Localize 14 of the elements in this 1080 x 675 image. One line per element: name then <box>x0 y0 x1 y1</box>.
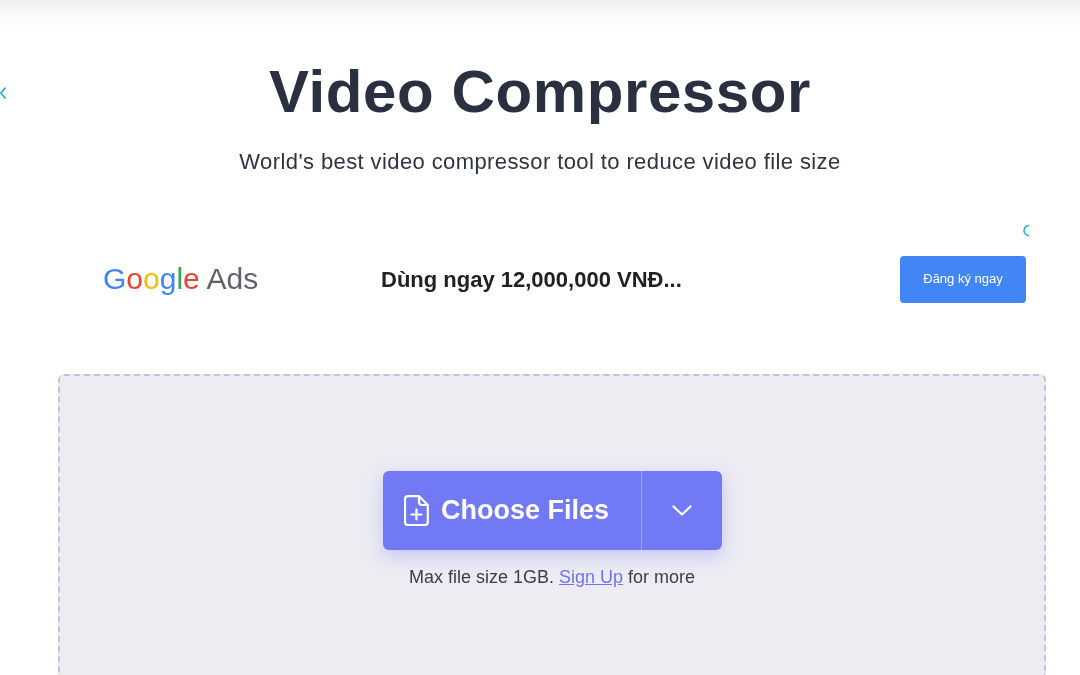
file-plus-icon <box>403 495 429 526</box>
file-size-note: Max file size 1GB. Sign Up for more <box>408 566 696 588</box>
dropdown-button[interactable] <box>640 471 722 550</box>
page-title: Video Compressor <box>269 57 811 127</box>
sign-up-link[interactable]: Sign Up <box>559 567 624 587</box>
chevron-left-icon[interactable] <box>0 87 6 99</box>
ad-signup-button[interactable]: Đăng ký ngay <box>900 255 1026 303</box>
file-drop-zone[interactable]: Choose Files Max file size 1GB. Sign Up for more <box>58 374 1046 675</box>
ad-headline: Dùng ngay 12,000,000 VNĐ... <box>381 265 683 294</box>
ad-brand-logo: Google Ads <box>102 261 260 297</box>
chevron-down-icon <box>671 505 692 516</box>
choose-files-button[interactable]: Choose Files <box>382 471 641 550</box>
info-icon[interactable] <box>1022 224 1030 237</box>
page-subtitle: World's best video compressor tool to reduce video file size <box>239 148 841 176</box>
